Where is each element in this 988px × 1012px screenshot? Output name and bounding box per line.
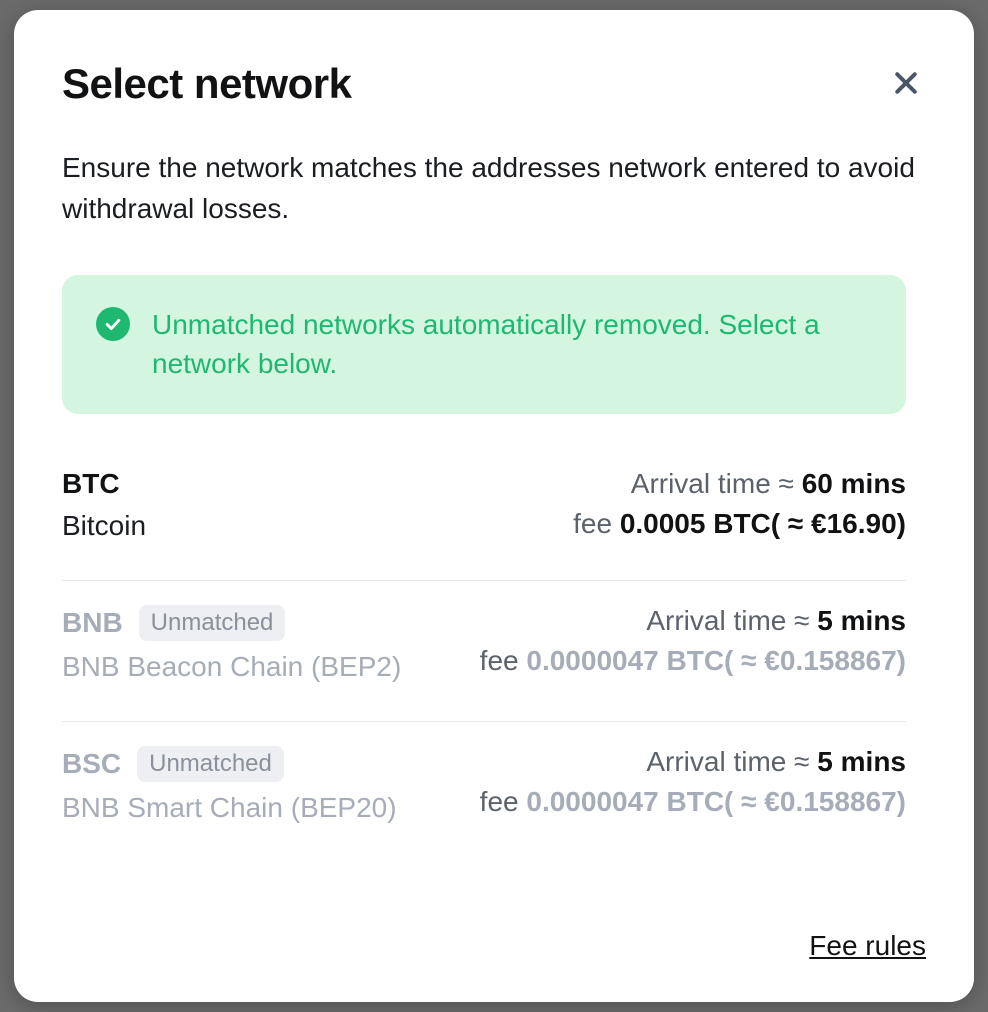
fee-label: fee	[480, 786, 527, 817]
arrival-time: 5 mins	[817, 746, 906, 777]
unmatched-tag: Unmatched	[137, 746, 284, 782]
network-right: Arrival time ≈ 5 mins fee 0.0000047 BTC(…	[480, 605, 906, 677]
notice-text: Unmatched networks automatically removed…	[152, 305, 872, 383]
fee-label: fee	[480, 645, 527, 676]
fee-value: 0.0000047 BTC( ≈ €0.158867)	[526, 645, 906, 676]
scroll-area: Unmatched networks automatically removed…	[62, 275, 926, 890]
network-left: BTC Bitcoin	[62, 468, 146, 542]
unmatched-tag: Unmatched	[139, 605, 286, 641]
fee-label: fee	[573, 508, 620, 539]
network-list: BTC Bitcoin Arrival time ≈ 60 mins fee 0…	[62, 462, 906, 862]
network-right: Arrival time ≈ 60 mins fee 0.0005 BTC( ≈…	[573, 468, 906, 540]
arrival-time: 5 mins	[817, 605, 906, 636]
modal-title: Select network	[62, 60, 351, 108]
fee-value: 0.0000047 BTC( ≈ €0.158867)	[526, 786, 906, 817]
network-ticker: BSC	[62, 748, 121, 780]
select-network-modal: Select network Ensure the network matche…	[14, 10, 974, 1002]
arrival-label: Arrival time ≈	[646, 746, 817, 777]
fee-rules-link[interactable]: Fee rules	[809, 930, 926, 962]
network-item-bnb[interactable]: BNB Unmatched BNB Beacon Chain (BEP2) Ar…	[62, 581, 906, 722]
notice-banner: Unmatched networks automatically removed…	[62, 275, 906, 413]
network-item-btc[interactable]: BTC Bitcoin Arrival time ≈ 60 mins fee 0…	[62, 462, 906, 581]
network-name: Bitcoin	[62, 510, 146, 542]
close-button[interactable]	[886, 64, 926, 104]
network-ticker: BTC	[62, 468, 120, 500]
arrival-label: Arrival time ≈	[646, 605, 817, 636]
close-icon	[891, 68, 921, 101]
check-circle-icon	[96, 307, 130, 341]
network-ticker: BNB	[62, 607, 123, 639]
network-item-bsc[interactable]: BSC Unmatched BNB Smart Chain (BEP20) Ar…	[62, 722, 906, 862]
network-name: BNB Smart Chain (BEP20)	[62, 792, 397, 824]
modal-footer: Fee rules	[62, 930, 926, 962]
network-left: BSC Unmatched BNB Smart Chain (BEP20)	[62, 746, 397, 824]
modal-header: Select network	[62, 60, 926, 108]
network-right: Arrival time ≈ 5 mins fee 0.0000047 BTC(…	[480, 746, 906, 818]
modal-subtitle: Ensure the network matches the addresses…	[62, 148, 926, 229]
network-name: BNB Beacon Chain (BEP2)	[62, 651, 401, 683]
arrival-label: Arrival time ≈	[631, 468, 802, 499]
fee-value: 0.0005 BTC( ≈ €16.90)	[620, 508, 906, 539]
arrival-time: 60 mins	[802, 468, 906, 499]
network-left: BNB Unmatched BNB Beacon Chain (BEP2)	[62, 605, 401, 683]
